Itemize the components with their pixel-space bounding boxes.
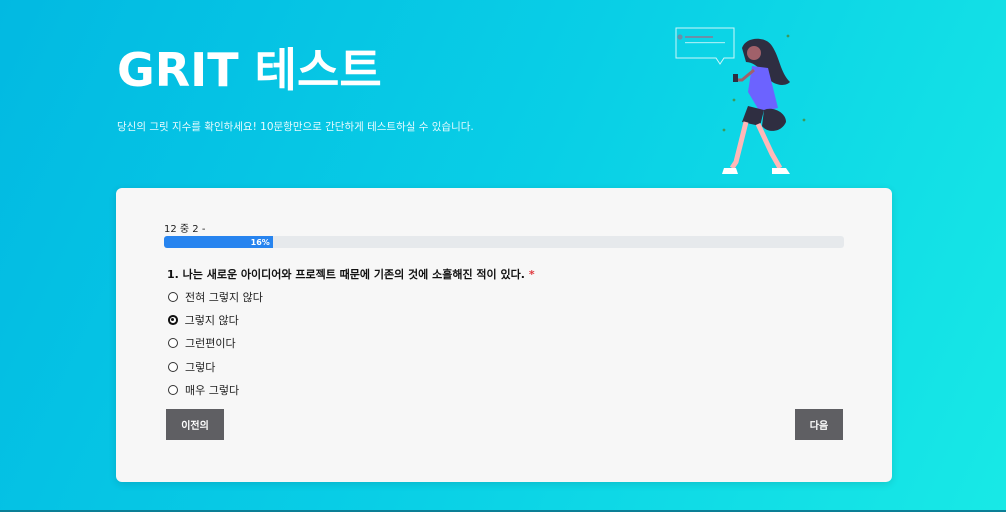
progress-label: 12 중 2 - — [164, 224, 206, 235]
next-button[interactable]: 다음 — [795, 409, 843, 440]
radio-button[interactable] — [168, 291, 178, 302]
page-title: GRIT 테스트 — [117, 43, 382, 97]
option-label: 전혀 그렇지 않다 — [185, 290, 263, 304]
radio-button-selected[interactable] — [168, 315, 178, 325]
answer-options: 전혀 그렇지 않다 그렇지 않다 그런편이다 그렇다 매우 그렇다 — [168, 285, 263, 401]
option-label: 그렇지 않다 — [184, 313, 239, 327]
progress-percent-text: 16% — [250, 237, 270, 247]
page-subtitle: 당신의 그릿 지수를 확인하세요! 10문항만으로 간단하게 테스트하실 수 있… — [117, 121, 474, 133]
question-label: 1. 나는 새로운 아이디어와 프로젝트 때문에 기존의 것에 소홀해진 적이 … — [167, 268, 525, 281]
option-somewhat-agree[interactable]: 그런편이다 — [168, 332, 263, 355]
woman-walking-with-phone-illustration — [675, 27, 806, 174]
question-text: 1. 나는 새로운 아이디어와 프로젝트 때문에 기존의 것에 소홀해진 적이 … — [167, 266, 535, 282]
option-label: 매우 그렇다 — [185, 383, 240, 397]
progress-fill: 16% — [164, 236, 273, 248]
option-label: 그렇다 — [185, 360, 216, 374]
radio-button[interactable] — [168, 384, 178, 395]
radio-button[interactable] — [168, 338, 178, 349]
progress-bar: 16% — [164, 236, 844, 248]
previous-button[interactable]: 이전의 — [166, 409, 224, 440]
option-strongly-agree[interactable]: 매우 그렇다 — [168, 378, 263, 401]
required-marker: * — [528, 268, 535, 281]
option-strongly-disagree[interactable]: 전혀 그렇지 않다 — [168, 285, 263, 308]
option-label: 그런편이다 — [185, 337, 236, 351]
radio-button[interactable] — [168, 361, 178, 372]
survey-card: 12 중 2 - 16% 1. 나는 새로운 아이디어와 프로젝트 때문에 기존… — [116, 188, 892, 482]
option-agree[interactable]: 그렇다 — [168, 355, 263, 378]
option-disagree[interactable]: 그렇지 않다 — [168, 308, 263, 331]
